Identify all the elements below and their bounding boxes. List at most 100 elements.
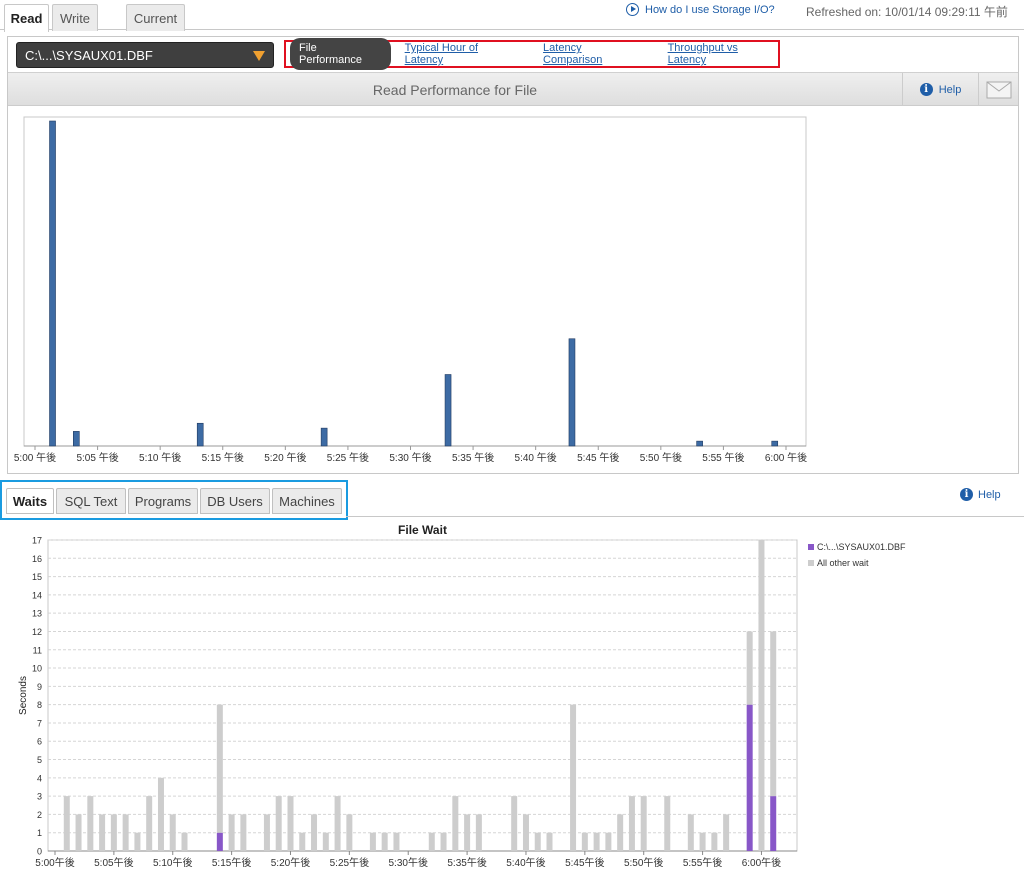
other-wait-bar	[640, 796, 647, 851]
lower-help-button[interactable]: i Help	[960, 488, 1001, 501]
x-tick-label: 5:20午後	[271, 856, 310, 869]
file-wait-chart: File Wait01234567891011121314151617Secon…	[18, 523, 906, 869]
y-axis-label: Seconds	[18, 676, 29, 715]
tab-sql-text[interactable]: SQL Text	[56, 488, 126, 514]
other-wait-bar	[428, 832, 435, 851]
other-wait-bar	[475, 814, 482, 851]
other-wait-bar	[605, 832, 612, 851]
other-wait-bar	[169, 814, 176, 851]
other-wait-bar	[511, 796, 518, 851]
other-wait-bar	[263, 814, 270, 851]
other-wait-bar	[322, 832, 329, 851]
lower-divider	[346, 516, 1024, 517]
perf-bar	[696, 440, 703, 447]
perf-bar	[444, 374, 452, 447]
other-wait-bar	[452, 796, 459, 851]
other-wait-bar	[369, 832, 376, 851]
x-tick-label: 5:30午後	[388, 856, 427, 869]
how-to-label: How do I use Storage I/O?	[645, 3, 775, 16]
legend-label-file: C:\...\SYSAUX01.DBF	[817, 542, 906, 552]
plot-area	[23, 116, 807, 447]
other-wait-bar	[534, 832, 541, 851]
x-tick-label: 6:00 午後	[765, 451, 807, 464]
y-tick-label: 9	[37, 682, 42, 692]
info-icon: i	[919, 83, 933, 96]
tab-waits[interactable]: Waits	[6, 488, 54, 514]
how-to-link[interactable]: How do I use Storage I/O?	[626, 3, 775, 16]
y-tick-label: 2	[37, 810, 42, 820]
help-button[interactable]: i Help	[902, 73, 978, 106]
email-button[interactable]	[978, 73, 1018, 106]
other-wait-bar	[546, 832, 553, 851]
other-wait-bar	[216, 704, 223, 833]
file-wait-bar	[770, 796, 777, 851]
other-wait-bar	[699, 832, 706, 851]
tab-current[interactable]: Current	[126, 4, 185, 31]
other-wait-bar	[440, 832, 447, 851]
legend-swatch-other	[808, 560, 814, 566]
x-tick-label: 5:10 午後	[139, 451, 181, 464]
perf-bar	[320, 427, 328, 447]
other-wait-bar	[664, 796, 671, 851]
y-tick-label: 10	[32, 664, 42, 674]
x-tick-label: 5:20 午後	[264, 451, 306, 464]
x-tick-label: 5:45午後	[565, 856, 604, 869]
panel-title-bar: Read Performance for File i Help	[8, 72, 1018, 106]
tab-machines[interactable]: Machines	[272, 488, 342, 514]
y-tick-label: 1	[37, 828, 42, 838]
view-tabs: File Performance Typical Hour of Latency…	[284, 38, 780, 70]
read-performance-chart: 5:00 午後 5:05 午後 5:10 午後 5:15 午後 5:20 午後 5:25 …	[14, 116, 807, 464]
x-tick-label: 6:00午後	[742, 856, 781, 869]
x-tick-label: 5:35午後	[447, 856, 486, 869]
x-tick-label: 5:30 午後	[389, 451, 431, 464]
other-wait-bar	[593, 832, 600, 851]
x-tick-label: 5:10午後	[153, 856, 192, 869]
other-wait-bar	[181, 832, 188, 851]
y-tick-label: 5	[37, 755, 42, 765]
x-tick-label: 5:05午後	[94, 856, 133, 869]
file-select-dropdown[interactable]: C:\...\SYSAUX01.DBF	[16, 42, 274, 68]
other-wait-bar	[299, 832, 306, 851]
info-icon: i	[960, 488, 973, 501]
tab-read[interactable]: Read	[4, 4, 49, 32]
other-wait-bar	[275, 796, 282, 851]
x-tick-label: 5:55 午後	[702, 451, 744, 464]
other-wait-bar	[687, 814, 694, 851]
other-wait-bar	[287, 796, 294, 851]
other-wait-bar	[134, 832, 141, 851]
view-tab-typical-hour[interactable]: Typical Hour of Latency	[405, 42, 518, 66]
tab-write[interactable]: Write	[52, 4, 98, 31]
x-tick-label: 5:45 午後	[577, 451, 619, 464]
y-tick-label: 8	[37, 700, 42, 710]
other-wait-bar	[746, 631, 753, 705]
x-tick-label: 5:25午後	[330, 856, 369, 869]
x-tick-label: 5:05 午後	[76, 451, 118, 464]
other-wait-bar	[63, 796, 70, 851]
other-wait-bar	[240, 814, 247, 851]
envelope-icon	[986, 81, 1011, 98]
view-tab-throughput-latency[interactable]: Throughput vs Latency	[668, 42, 778, 66]
other-wait-bar	[146, 796, 153, 851]
other-wait-bar	[311, 814, 318, 851]
tab-db-users[interactable]: DB Users	[200, 488, 270, 514]
x-tick-label: 5:00午後	[35, 856, 74, 869]
x-tick-label: 5:35 午後	[452, 451, 494, 464]
other-wait-bar	[581, 832, 588, 851]
x-tick-label: 5:25 午後	[327, 451, 369, 464]
x-tick-label: 5:40午後	[506, 856, 545, 869]
tab-programs[interactable]: Programs	[128, 488, 198, 514]
x-tick-label: 5:15 午後	[202, 451, 244, 464]
y-tick-label: 4	[37, 773, 42, 783]
x-tick-label: 5:15午後	[212, 856, 251, 869]
x-tick-label: 5:00 午後	[14, 451, 56, 464]
other-wait-bar	[770, 631, 777, 797]
perf-bar	[73, 431, 80, 447]
dropdown-arrow-icon	[253, 51, 265, 61]
view-tab-latency-comparison[interactable]: Latency Comparison	[543, 42, 643, 66]
other-wait-bar	[711, 832, 718, 851]
other-wait-bar	[346, 814, 353, 851]
other-wait-bar	[381, 832, 388, 851]
y-tick-label: 12	[32, 627, 42, 637]
perf-bar	[49, 120, 56, 447]
view-tab-file-performance[interactable]: File Performance	[290, 38, 391, 70]
